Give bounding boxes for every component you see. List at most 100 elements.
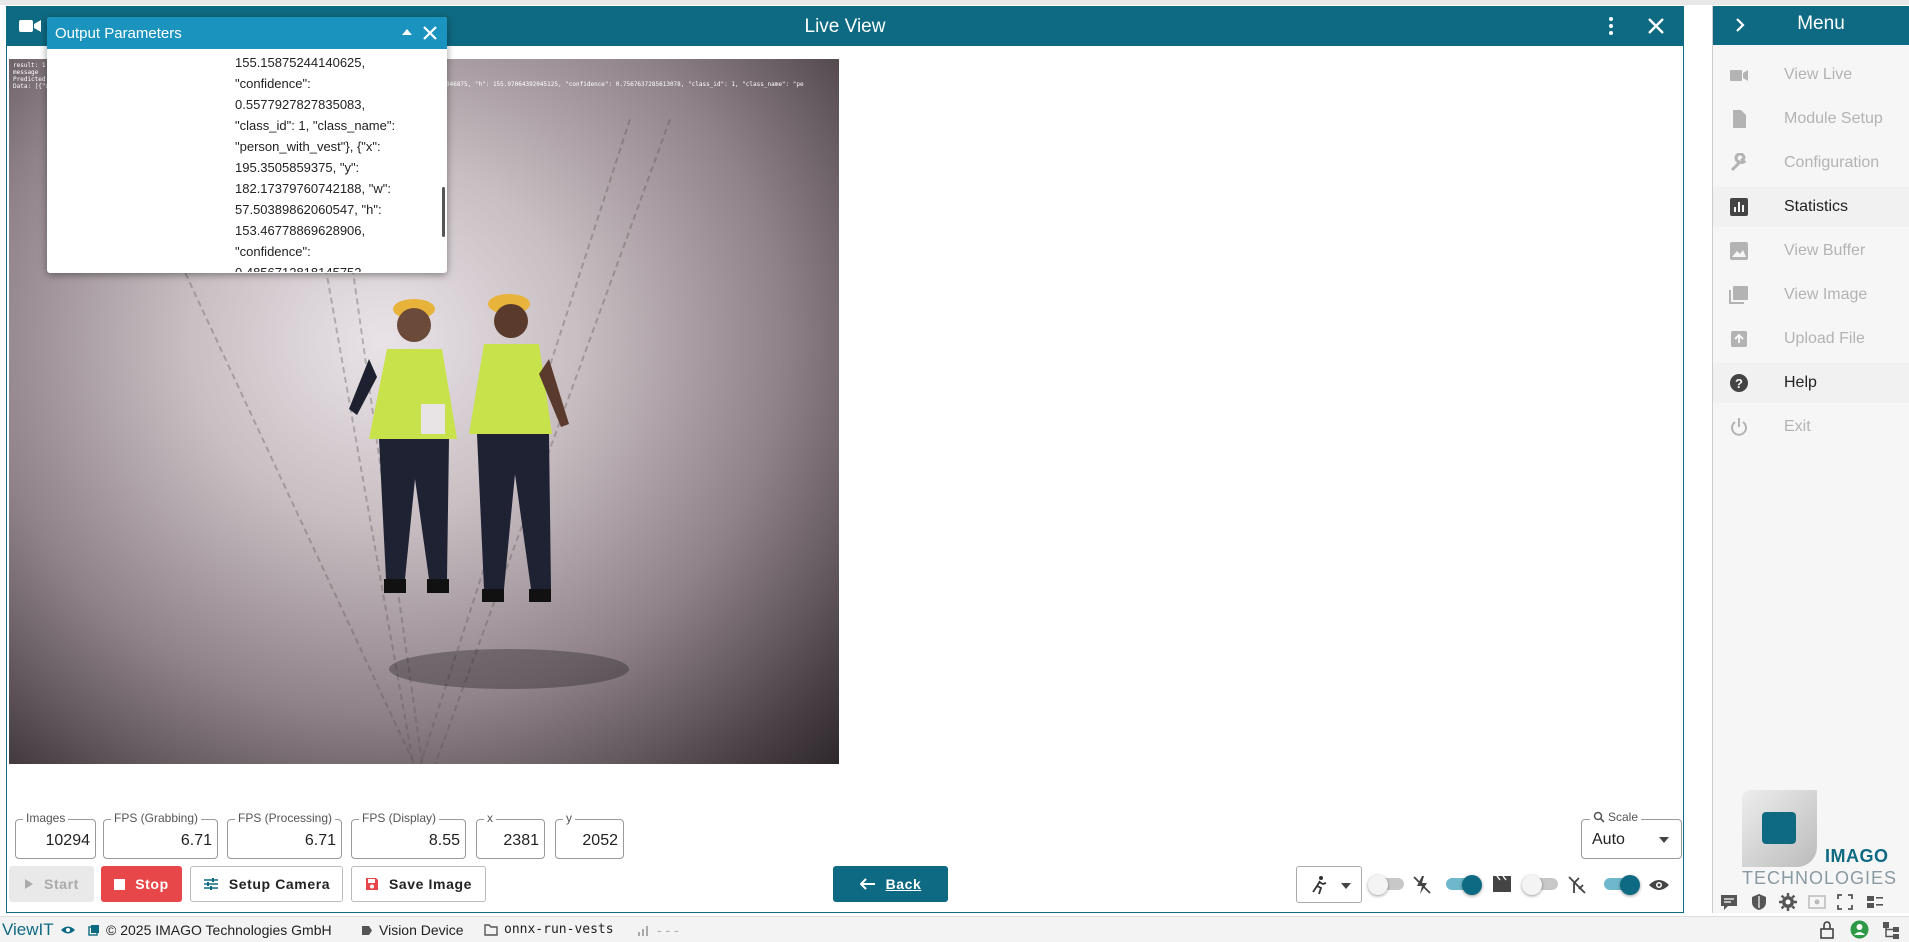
menu-item-configuration[interactable]: Configuration <box>1713 143 1909 183</box>
menu-item-module-setup[interactable]: Module Setup <box>1713 99 1909 139</box>
back-button[interactable]: Back <box>833 866 948 902</box>
layout-icon[interactable] <box>1866 895 1884 909</box>
toggle-1[interactable] <box>1368 875 1404 895</box>
logo-line-2: TECHNOLOGIES <box>1742 868 1898 888</box>
search-icon <box>1593 811 1605 823</box>
scrollbar[interactable] <box>442 187 445 237</box>
account-icon[interactable] <box>1850 920 1869 939</box>
copyright-text: © 2025 IMAGO Technologies GmbH <box>106 922 332 938</box>
stat-value: 10294 <box>45 832 91 849</box>
folder-icon <box>484 923 498 936</box>
device-text: Vision Device <box>379 922 464 938</box>
menu-item-label: View Live <box>1784 66 1853 83</box>
logo-line-1: IMAGO <box>1825 846 1889 866</box>
stat-field: y 2052 <box>555 811 624 859</box>
stat-field: x 2381 <box>476 811 545 859</box>
stop-label: Stop <box>135 876 169 892</box>
tune-icon <box>203 878 218 890</box>
scale-label: Scale <box>1608 810 1639 824</box>
imago-logo: IMAGO TECHNOLOGIES <box>1742 790 1896 890</box>
shield-icon[interactable] <box>1750 893 1768 911</box>
save-image-button[interactable]: Save Image <box>351 866 486 902</box>
menu-item-help[interactable]: ? Help <box>1713 363 1909 403</box>
images-icon <box>1729 286 1748 304</box>
output-line: 155.15875244140625, <box>235 55 366 70</box>
menu-item-view-image[interactable]: View Image <box>1713 275 1909 315</box>
menu-toolbar <box>1716 892 1906 912</box>
power-icon <box>1731 418 1747 436</box>
stat-value: 6.71 <box>304 832 336 849</box>
stat-label: y <box>563 811 575 825</box>
collapse-icon[interactable] <box>402 29 412 35</box>
sitemap-icon[interactable] <box>1882 921 1900 939</box>
stat-label: x <box>484 811 496 825</box>
module-text: onnx-run-vests <box>504 922 614 937</box>
menu-item-view-live[interactable]: View Live <box>1713 55 1909 95</box>
output-parameters-panel[interactable]: Output Parameters 155.15875244140625, "co… <box>47 17 447 273</box>
toggle-3[interactable] <box>1522 875 1558 895</box>
gear-icon[interactable] <box>1779 893 1797 911</box>
flash-off-icon <box>1413 876 1431 894</box>
movie-icon <box>1493 875 1511 892</box>
output-line: 57.50389862060547, "h": <box>235 202 382 217</box>
start-label: Start <box>44 876 79 892</box>
document-icon <box>1733 110 1746 128</box>
menu-item-label: View Buffer <box>1784 242 1866 259</box>
toggle-2[interactable] <box>1444 875 1482 895</box>
close-icon[interactable] <box>422 25 438 41</box>
status-bar: ViewIT © 2025 IMAGO Technologies GmbH Vi… <box>0 916 1909 942</box>
live-view-window: Live View result: 1 message Predicted Da… <box>6 6 1684 913</box>
help-icon: ? <box>1730 374 1748 392</box>
eye-icon[interactable] <box>1648 878 1670 892</box>
back-label: Back <box>885 876 922 892</box>
menu-item-label: Module Setup <box>1784 110 1883 127</box>
eye-icon <box>60 926 75 934</box>
stop-icon <box>114 878 126 890</box>
label-icon <box>362 925 372 935</box>
chevron-down-icon <box>1659 837 1669 843</box>
output-line: "confidence": <box>235 76 311 91</box>
toggle-4[interactable] <box>1602 875 1640 895</box>
motion-mode-select[interactable] <box>1296 866 1362 903</box>
extra-status: - - - <box>637 922 679 938</box>
upload-icon <box>1731 331 1747 347</box>
fullscreen-icon[interactable] <box>1837 894 1853 910</box>
image-icon <box>1730 242 1748 260</box>
top-strip <box>0 0 1909 5</box>
start-button[interactable]: Start <box>9 866 94 902</box>
scale-value: Auto <box>1592 831 1625 848</box>
output-line: 0.4856712818145752 <box>235 262 405 272</box>
output-parameters-header[interactable]: Output Parameters <box>47 17 447 49</box>
stat-field: Images 10294 <box>15 811 96 859</box>
output-parameters-content: 155.15875244140625, "confidence": 0.557792… <box>235 52 405 272</box>
output-line: "confidence": <box>235 244 311 259</box>
menu-item-upload-file[interactable]: Upload File <box>1713 319 1909 359</box>
stat-label: FPS (Display) <box>359 811 440 825</box>
more-options-icon[interactable] <box>1607 16 1615 36</box>
brand-view: View <box>2 920 39 939</box>
stat-label: Images <box>23 811 69 825</box>
menu-item-view-buffer[interactable]: View Buffer <box>1713 231 1909 271</box>
stat-label: FPS (Grabbing) <box>111 811 202 825</box>
lock-icon[interactable] <box>1819 921 1835 939</box>
side-menu: Menu View Live Module Setup Configuration S… <box>1712 6 1909 913</box>
output-line: 182.17379760742188, "w": <box>235 181 391 196</box>
output-parameters-title: Output Parameters <box>55 25 182 42</box>
gesture-off-icon <box>1568 876 1586 894</box>
setup-camera-button[interactable]: Setup Camera <box>190 866 343 902</box>
scale-select[interactable]: Scale Auto <box>1581 810 1682 859</box>
save-image-label: Save Image <box>388 876 473 892</box>
chart-icon <box>1730 198 1748 216</box>
viewit-brand: ViewIT <box>2 920 76 940</box>
preview-icon[interactable] <box>1808 895 1826 909</box>
network-icon <box>638 926 648 936</box>
copyright: © 2025 IMAGO Technologies GmbH <box>88 922 332 938</box>
menu-item-statistics[interactable]: Statistics <box>1713 187 1909 227</box>
chat-icon[interactable] <box>1720 894 1738 910</box>
menu-item-exit[interactable]: Exit <box>1713 407 1909 447</box>
menu-item-label: Help <box>1784 374 1817 391</box>
stat-field: FPS (Display) 8.55 <box>351 811 466 859</box>
stop-button[interactable]: Stop <box>101 866 182 902</box>
close-icon[interactable] <box>1647 17 1665 35</box>
brand-it: IT <box>38 920 54 939</box>
